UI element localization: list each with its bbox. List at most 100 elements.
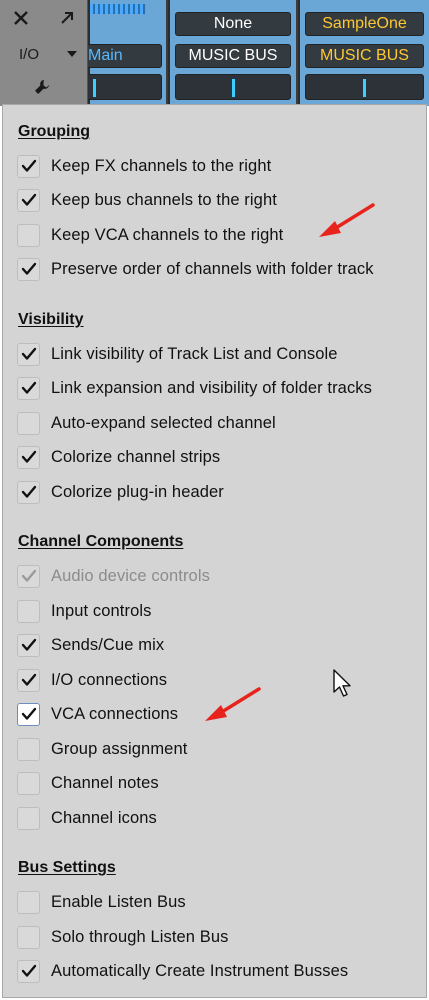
checkbox[interactable] xyxy=(17,668,40,692)
menu-item-label: Colorize channel strips xyxy=(51,447,221,466)
checkmark-icon xyxy=(21,964,36,977)
pan-slider[interactable] xyxy=(88,74,162,100)
diagonal-arrow-icon[interactable] xyxy=(50,4,84,32)
checkbox[interactable] xyxy=(17,257,40,281)
io-button[interactable]: I/O xyxy=(0,40,58,68)
checkbox[interactable] xyxy=(17,771,40,795)
menu-item-link-track-list[interactable]: Link visibility of Track List and Consol… xyxy=(17,341,422,367)
checkbox[interactable] xyxy=(17,480,40,504)
checkmark-icon xyxy=(21,262,36,275)
red-arrow-icon xyxy=(319,203,375,237)
checkbox[interactable] xyxy=(17,376,40,400)
checkmark-icon xyxy=(21,638,36,651)
menu-item-sends-cue-mix[interactable]: Sends/Cue mix xyxy=(17,632,422,658)
menu-item-create-instrument-busses[interactable]: Automatically Create Instrument Busses xyxy=(17,958,422,984)
input-slot[interactable]: None xyxy=(175,12,291,36)
checkbox[interactable] xyxy=(17,445,40,469)
menu-item-link-folder-expansion[interactable]: Link expansion and visibility of folder … xyxy=(17,375,422,401)
checkmark-icon xyxy=(21,673,36,686)
menu-item-label: Keep bus channels to the right xyxy=(51,190,277,209)
menu-item-label: Link visibility of Track List and Consol… xyxy=(51,344,338,363)
menu-item-label: I/O connections xyxy=(51,670,168,689)
checkbox[interactable] xyxy=(17,411,40,435)
wrench-icon[interactable] xyxy=(22,72,62,102)
menu-item-input-controls[interactable]: Input controls xyxy=(17,598,422,624)
input-label: SampleOne xyxy=(322,15,407,32)
checkbox[interactable] xyxy=(17,737,40,761)
menu-item-group-assignment[interactable]: Group assignment xyxy=(17,736,422,762)
menu-item-label: Solo through Listen Bus xyxy=(51,927,229,946)
checkbox xyxy=(17,564,40,588)
menu-item-label: Automatically Create Instrument Busses xyxy=(51,961,349,980)
menu-item-label: Colorize plug-in header xyxy=(51,482,224,501)
input-slot[interactable]: SampleOne xyxy=(305,12,424,36)
section-title-bus-settings: Bus Settings xyxy=(18,859,116,876)
triangle-down-icon[interactable] xyxy=(58,40,86,68)
menu-item-auto-expand[interactable]: Auto-expand selected channel xyxy=(17,410,422,436)
checkbox[interactable] xyxy=(17,188,40,212)
output-label: Main xyxy=(88,47,123,64)
menu-item-preserve-folder-order[interactable]: Preserve order of channels with folder t… xyxy=(17,256,422,282)
checkmark-icon xyxy=(21,485,36,498)
input-label: None xyxy=(213,15,253,32)
checkmark-icon xyxy=(21,450,36,463)
pan-marker xyxy=(93,79,96,97)
menu-item-solo-listen-bus[interactable]: Solo through Listen Bus xyxy=(17,924,422,950)
menu-item-label: Preserve order of channels with folder t… xyxy=(51,259,374,278)
console-header: I/O Main None MUSIC BUS SampleOne MUSIC … xyxy=(0,0,429,106)
checkbox[interactable] xyxy=(17,806,40,830)
menu-item-label: Input controls xyxy=(51,601,152,620)
section-title-channel-components: Channel Components xyxy=(18,533,184,550)
menu-item-label: Channel notes xyxy=(51,773,159,792)
output-slot[interactable]: MUSIC BUS xyxy=(175,44,291,68)
checkbox[interactable] xyxy=(17,959,40,983)
checkbox[interactable] xyxy=(17,599,40,623)
channel-strip-3: SampleOne MUSIC BUS xyxy=(298,0,429,106)
close-x-icon[interactable] xyxy=(4,4,38,32)
checkbox[interactable] xyxy=(17,702,40,726)
red-arrow-icon xyxy=(205,687,261,721)
output-slot[interactable]: MUSIC BUS xyxy=(305,44,424,68)
checkbox[interactable] xyxy=(17,223,40,247)
menu-item-keep-fx-right[interactable]: Keep FX channels to the right xyxy=(17,153,422,179)
channel-strip-main: Main xyxy=(88,0,166,106)
output-slot-main[interactable]: Main xyxy=(88,44,162,68)
checkbox[interactable] xyxy=(17,342,40,366)
menu-item-colorize-plugin-header[interactable]: Colorize plug-in header xyxy=(17,479,422,505)
channel-strip-2: None MUSIC BUS xyxy=(168,0,296,106)
section-title-visibility: Visibility xyxy=(18,311,84,328)
checkbox[interactable] xyxy=(17,154,40,178)
menu-item-label: Auto-expand selected channel xyxy=(51,413,276,432)
checkmark-icon xyxy=(21,159,36,172)
pan-slider[interactable] xyxy=(175,74,291,100)
pan-marker xyxy=(232,79,235,97)
menu-item-label: Group assignment xyxy=(51,739,188,758)
menu-item-channel-notes[interactable]: Channel notes xyxy=(17,770,422,796)
menu-item-channel-icons[interactable]: Channel icons xyxy=(17,805,422,831)
console-control-column: I/O xyxy=(0,0,88,106)
pan-slider[interactable] xyxy=(305,74,424,100)
checkbox[interactable] xyxy=(17,890,40,914)
checkmark-icon xyxy=(21,707,36,720)
menu-item-audio-device-controls: Audio device controls xyxy=(17,563,422,589)
checkbox[interactable] xyxy=(17,925,40,949)
pan-marker xyxy=(363,79,366,97)
output-label: MUSIC BUS xyxy=(320,47,409,64)
console-options-menu: Grouping Keep FX channels to the right K… xyxy=(2,104,427,998)
section-title-grouping: Grouping xyxy=(18,123,90,140)
menu-item-label: Channel icons xyxy=(51,808,157,827)
checkmark-icon xyxy=(21,193,36,206)
menu-item-label: Keep FX channels to the right xyxy=(51,156,272,175)
output-label: MUSIC BUS xyxy=(188,47,278,64)
menu-item-label: Keep VCA channels to the right xyxy=(51,225,284,244)
level-meter xyxy=(90,4,146,14)
mouse-pointer-icon xyxy=(333,669,351,697)
menu-item-label: VCA connections xyxy=(51,704,179,723)
menu-item-enable-listen-bus[interactable]: Enable Listen Bus xyxy=(17,889,422,915)
menu-item-colorize-strips[interactable]: Colorize channel strips xyxy=(17,444,422,470)
menu-item-label: Link expansion and visibility of folder … xyxy=(51,378,373,397)
checkmark-icon xyxy=(21,569,36,582)
menu-item-label: Sends/Cue mix xyxy=(51,635,165,654)
checkmark-icon xyxy=(21,347,36,360)
checkbox[interactable] xyxy=(17,633,40,657)
